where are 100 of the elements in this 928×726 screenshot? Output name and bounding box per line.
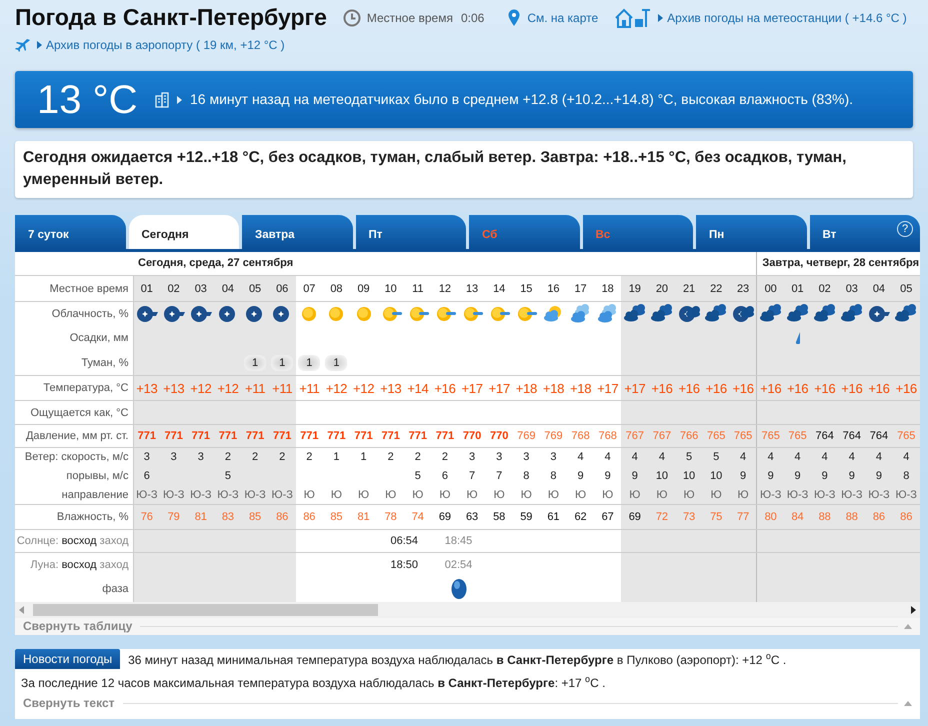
temperature-value: +13	[136, 380, 158, 396]
wind-speed: 2	[388, 451, 394, 464]
wind-direction: Ю	[358, 488, 370, 501]
pressure-value: 771	[164, 430, 183, 442]
airport-archive-link[interactable]: Архив погоды в аэропорту ( 19 км, +12 °C )	[46, 36, 285, 54]
humidity-value: 69	[438, 511, 452, 524]
wind-gust: 8	[903, 470, 910, 482]
temperature-value: +16	[706, 380, 727, 396]
wind-speed: 2	[306, 451, 312, 464]
pressure-value: 764	[870, 430, 888, 442]
map-link[interactable]: См. на карте	[527, 8, 598, 26]
day-heading: Завтра, четверг, 28 сентября	[762, 257, 920, 270]
hour-label: 03	[838, 276, 866, 302]
wind-direction: Ю	[439, 488, 450, 501]
humidity-value: 88	[818, 511, 831, 524]
humidity-value: 79	[168, 511, 180, 524]
row-label: Ветер: скорость, м/с	[24, 451, 128, 464]
forecast-summary: Сегодня ожидается +12..+18 °C, без осадков, туман, слабый ветер. Завтра: +18..+15 °C, без осадков, туман, умеренный ветер.	[15, 141, 913, 198]
wind-gust: 10	[682, 470, 696, 482]
humidity-value: 84	[791, 511, 804, 524]
caret-icon	[37, 41, 42, 49]
sensor-summary: 16 минут назад на метеодатчиках было в среднем +12.8 (+10.2...+14.8) °C, высокая влажность (83%).	[190, 90, 854, 109]
humidity-value: 86	[276, 511, 288, 524]
hour-label: 17	[567, 276, 594, 302]
temperature-value: +13	[163, 380, 184, 396]
building-icon	[155, 92, 169, 108]
day-tab[interactable]: Сегодня	[128, 214, 239, 249]
wind-speed: 4	[822, 451, 828, 464]
wind-gust: 9	[822, 470, 828, 482]
day-heading: Сегодня, среда, 27 сентября	[138, 257, 294, 270]
caret-icon	[658, 14, 664, 22]
humidity-value: 86	[303, 511, 316, 524]
pressure-value: 769	[544, 430, 563, 442]
pressure-value: 767	[652, 430, 672, 442]
pressure-value: 771	[138, 430, 156, 442]
event-time: 18:50	[390, 558, 418, 571]
row-label: Местное время	[50, 282, 128, 295]
wind-speed: 5	[686, 451, 692, 464]
pressure-value: 770	[462, 430, 482, 442]
wind-direction: Ю	[385, 488, 396, 501]
pressure-value: 765	[788, 430, 807, 442]
day-tab[interactable]: Вт ?	[810, 214, 920, 249]
day-tab[interactable]: Пн	[696, 214, 806, 249]
row-label-part: Луна:	[30, 558, 59, 571]
wind-speed: 4	[903, 451, 910, 464]
wind-speed: 4	[658, 451, 665, 464]
hour-label: 02	[160, 276, 188, 302]
wind-direction: Ю	[412, 488, 424, 501]
temperature-value: +16	[434, 380, 456, 396]
wind-speed: 3	[144, 451, 150, 464]
row-label: Давление, мм рт. ст.	[26, 430, 128, 442]
hour-label: 12	[431, 276, 458, 302]
wind-direction: Ю-З	[244, 488, 266, 501]
wind-direction: Ю	[684, 488, 695, 501]
wind-direction: Ю	[330, 488, 342, 501]
collapse-text-link[interactable]: Свернуть текст	[23, 694, 114, 712]
humidity-value: 78	[384, 511, 397, 524]
wind-gust: 9	[794, 470, 801, 482]
humidity-value: 62	[574, 511, 587, 524]
wind-direction: Ю-З	[896, 488, 917, 501]
wind-gust: 7	[496, 470, 502, 482]
news-text: 36 минут назад минимальная температура воздуха наблюдалась в Санкт-Петербурге в Пулково (аэропорт): +12 $^{o}$C .	[128, 650, 786, 669]
scrollbar[interactable]	[15, 602, 920, 618]
wind-gust: 6	[144, 470, 150, 482]
pressure-value: 769	[517, 430, 536, 442]
wind-gust: 9	[740, 470, 746, 482]
wind-speed: 2	[252, 451, 258, 464]
humidity-value: 80	[764, 511, 777, 524]
scroll-thumb[interactable]	[33, 604, 378, 616]
row-label: порывы, м/с	[66, 470, 128, 482]
pressure-value: 771	[436, 430, 454, 442]
day-tab[interactable]: Пт	[356, 214, 466, 249]
help-icon[interactable]: ?	[897, 220, 913, 237]
wind-direction: Ю	[629, 488, 640, 501]
collapse-table-link[interactable]: Свернуть таблицу	[23, 617, 132, 636]
hour-label: 03	[187, 276, 214, 302]
wind-direction: Ю-З	[814, 488, 836, 501]
time-label: Местное время	[366, 10, 453, 26]
pressure-value: 768	[571, 430, 590, 442]
hour-label: 08	[322, 276, 350, 302]
row-label: Температура, °C	[43, 382, 128, 394]
station-archive-link[interactable]: Архив погоды на метеостанции ( +14.6 °C )	[667, 8, 907, 26]
hour-label: 15	[512, 276, 540, 302]
pressure-value: 764	[842, 430, 861, 442]
wind-speed: 1	[333, 451, 340, 464]
temperature-value: +12	[352, 380, 374, 396]
collapse-icon	[904, 624, 912, 629]
hour-label: 06	[268, 276, 296, 302]
humidity-value: 85	[330, 511, 343, 524]
wind-speed: 3	[170, 451, 177, 464]
wind-gust: 9	[876, 470, 882, 482]
wind-gust: 7	[469, 470, 476, 482]
event-time: 06:54	[390, 535, 418, 548]
humidity-value: 81	[194, 511, 207, 524]
humidity-value: 85	[248, 511, 262, 524]
pressure-value: 771	[218, 430, 238, 442]
day-tab[interactable]: 7 суток	[15, 214, 126, 249]
hour-label: 02	[811, 276, 838, 302]
day-tab[interactable]: Завтра	[242, 214, 352, 249]
news-badge: Новости погоды	[15, 648, 120, 669]
